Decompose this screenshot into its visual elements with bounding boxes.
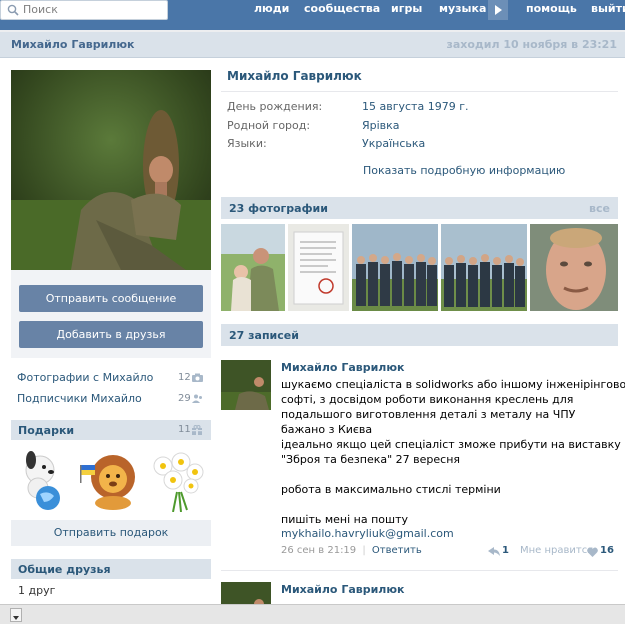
send-gift-button[interactable]: Отправить подарок [11,520,211,546]
add-friend-button[interactable]: Добавить в друзья [19,321,203,348]
post-text-line [281,497,618,512]
nav-link-communities[interactable]: сообщества [304,2,380,15]
post-avatar-image [221,360,271,410]
photos-title: 23 фотографии [229,202,328,215]
post-meta-separator: | [362,545,366,556]
gift-icon [192,425,202,435]
music-play-icon[interactable] [488,0,508,20]
photo-thumbnail[interactable] [352,224,438,311]
birthday-value[interactable]: 15 августа 1979 г. [362,100,468,113]
post-divider [221,570,618,571]
repost-icon[interactable] [488,547,500,557]
search-icon [7,4,19,16]
gifts-title: Подарки [18,424,75,437]
languages-label: Языки: [227,137,267,150]
photos-with-count: 12 [178,372,191,383]
photos-section-header[interactable]: 23 фотографии все [221,197,618,219]
gifts-count: 11 [178,424,191,435]
last-seen-text: заходил 10 ноября в 23:21 [446,38,617,51]
post-email-link[interactable]: mykhailo.havryliuk@gmail.com [281,527,454,540]
photo-image [530,224,618,311]
browser-status-bar [0,604,625,624]
post-text-line: подальшого виготовлення деталі з металу … [281,408,576,421]
status-dropdown[interactable] [10,608,22,622]
post-text-line: робота в максимально стислі терміни [281,483,501,496]
photo-image [352,224,438,311]
gift-dog-with-globe[interactable] [18,450,66,512]
repost-count: 1 [502,545,509,556]
heart-icon[interactable] [587,547,598,557]
like-count: 16 [600,545,614,556]
profile-content: Отправить сообщение Добавить в друзья Фо… [0,58,625,604]
post-text-line: шукаємо спеціаліста в solidworks або інш… [281,378,625,391]
languages-value[interactable]: Українська [362,137,425,150]
profile-header-bar: Михайло Гаврилюк заходил 10 ноября в 23:… [0,32,625,58]
post-text-line: "Зброя та безпека" 27 вересня [281,453,461,466]
post-author-avatar[interactable] [221,582,271,604]
gift-flower-bouquet[interactable] [151,452,205,512]
photo-image [221,224,285,311]
nav-link-games[interactable]: игры [391,2,422,15]
nav-link-people[interactable]: люди [254,2,289,15]
post-text-line: пишіть мені на пошту [281,513,408,526]
post-text-line: софті, з досвідом роботи виконання кресл… [281,393,574,406]
post-reply-link[interactable]: Ответить [372,545,422,556]
followers-count: 29 [178,393,191,404]
profile-name: Михайло Гаврилюк [227,69,362,83]
nav-link-help[interactable]: помощь [526,2,577,15]
post-text-line: ідеально якщо цей спеціаліст зможе прибу… [281,438,621,451]
photo-thumbnail[interactable] [530,224,618,311]
mutual-friends-title: Общие друзья [18,563,111,576]
birthday-label: День рождения: [227,100,323,113]
gifts-section-header[interactable]: Подарки 11 [11,420,211,440]
photos-with-link[interactable]: Фотографии с Михайло [17,371,153,384]
like-label[interactable]: Мне нравится [520,545,593,556]
gift-lion-with-flag[interactable] [79,451,143,511]
post-text: шукаємо спеціаліста в solidworks або інш… [281,377,625,527]
post-author-avatar[interactable] [221,360,271,410]
photo-thumbnail[interactable] [221,224,285,311]
wall-section-header[interactable]: 27 записей [221,324,618,346]
header-profile-name: Михайло Гаврилюк [11,38,135,51]
profile-avatar[interactable] [11,70,211,270]
send-message-button[interactable]: Отправить сообщение [19,285,203,312]
followers-link[interactable]: Подписчики Михайло [17,392,142,405]
hometown-value[interactable]: Ярівка [362,119,400,132]
post-meta: 26 сен в 21:19 | Ответить [281,545,422,556]
photo-thumbnail[interactable] [441,224,527,311]
mutual-friends-count: 1 друг [18,584,56,597]
photos-all-link[interactable]: все [589,202,610,215]
post-text-line [281,467,618,482]
camera-icon [192,373,203,382]
post-text-line: бажано з Києва [281,423,373,436]
nav-link-logout[interactable]: выйти [591,2,625,15]
search-input[interactable]: Поиск [23,3,58,16]
photo-thumbnail[interactable] [288,224,349,311]
post-date[interactable]: 26 сен в 21:19 [281,545,356,556]
hometown-label: Родной город: [227,119,311,132]
photo-image [441,224,527,311]
post-author-name[interactable]: Михайло Гаврилюк [281,583,405,596]
show-details-link[interactable]: Показать подробную информацию [363,164,565,177]
profile-divider [221,91,618,92]
top-navigation-bar: Поиск люди сообщества игры музыка помощь… [0,0,625,30]
photo-image [288,224,349,311]
chevron-down-icon [13,616,19,620]
wall-posts-title: 27 записей [229,329,299,342]
post-author-name[interactable]: Михайло Гаврилюк [281,361,405,374]
post-avatar-image [221,582,271,604]
nav-link-music[interactable]: музыка [439,2,486,15]
mutual-friends-section-header[interactable]: Общие друзья [11,559,211,579]
search-box[interactable]: Поиск [0,0,168,20]
avatar-photo-image [11,70,211,270]
followers-icon [192,394,202,403]
